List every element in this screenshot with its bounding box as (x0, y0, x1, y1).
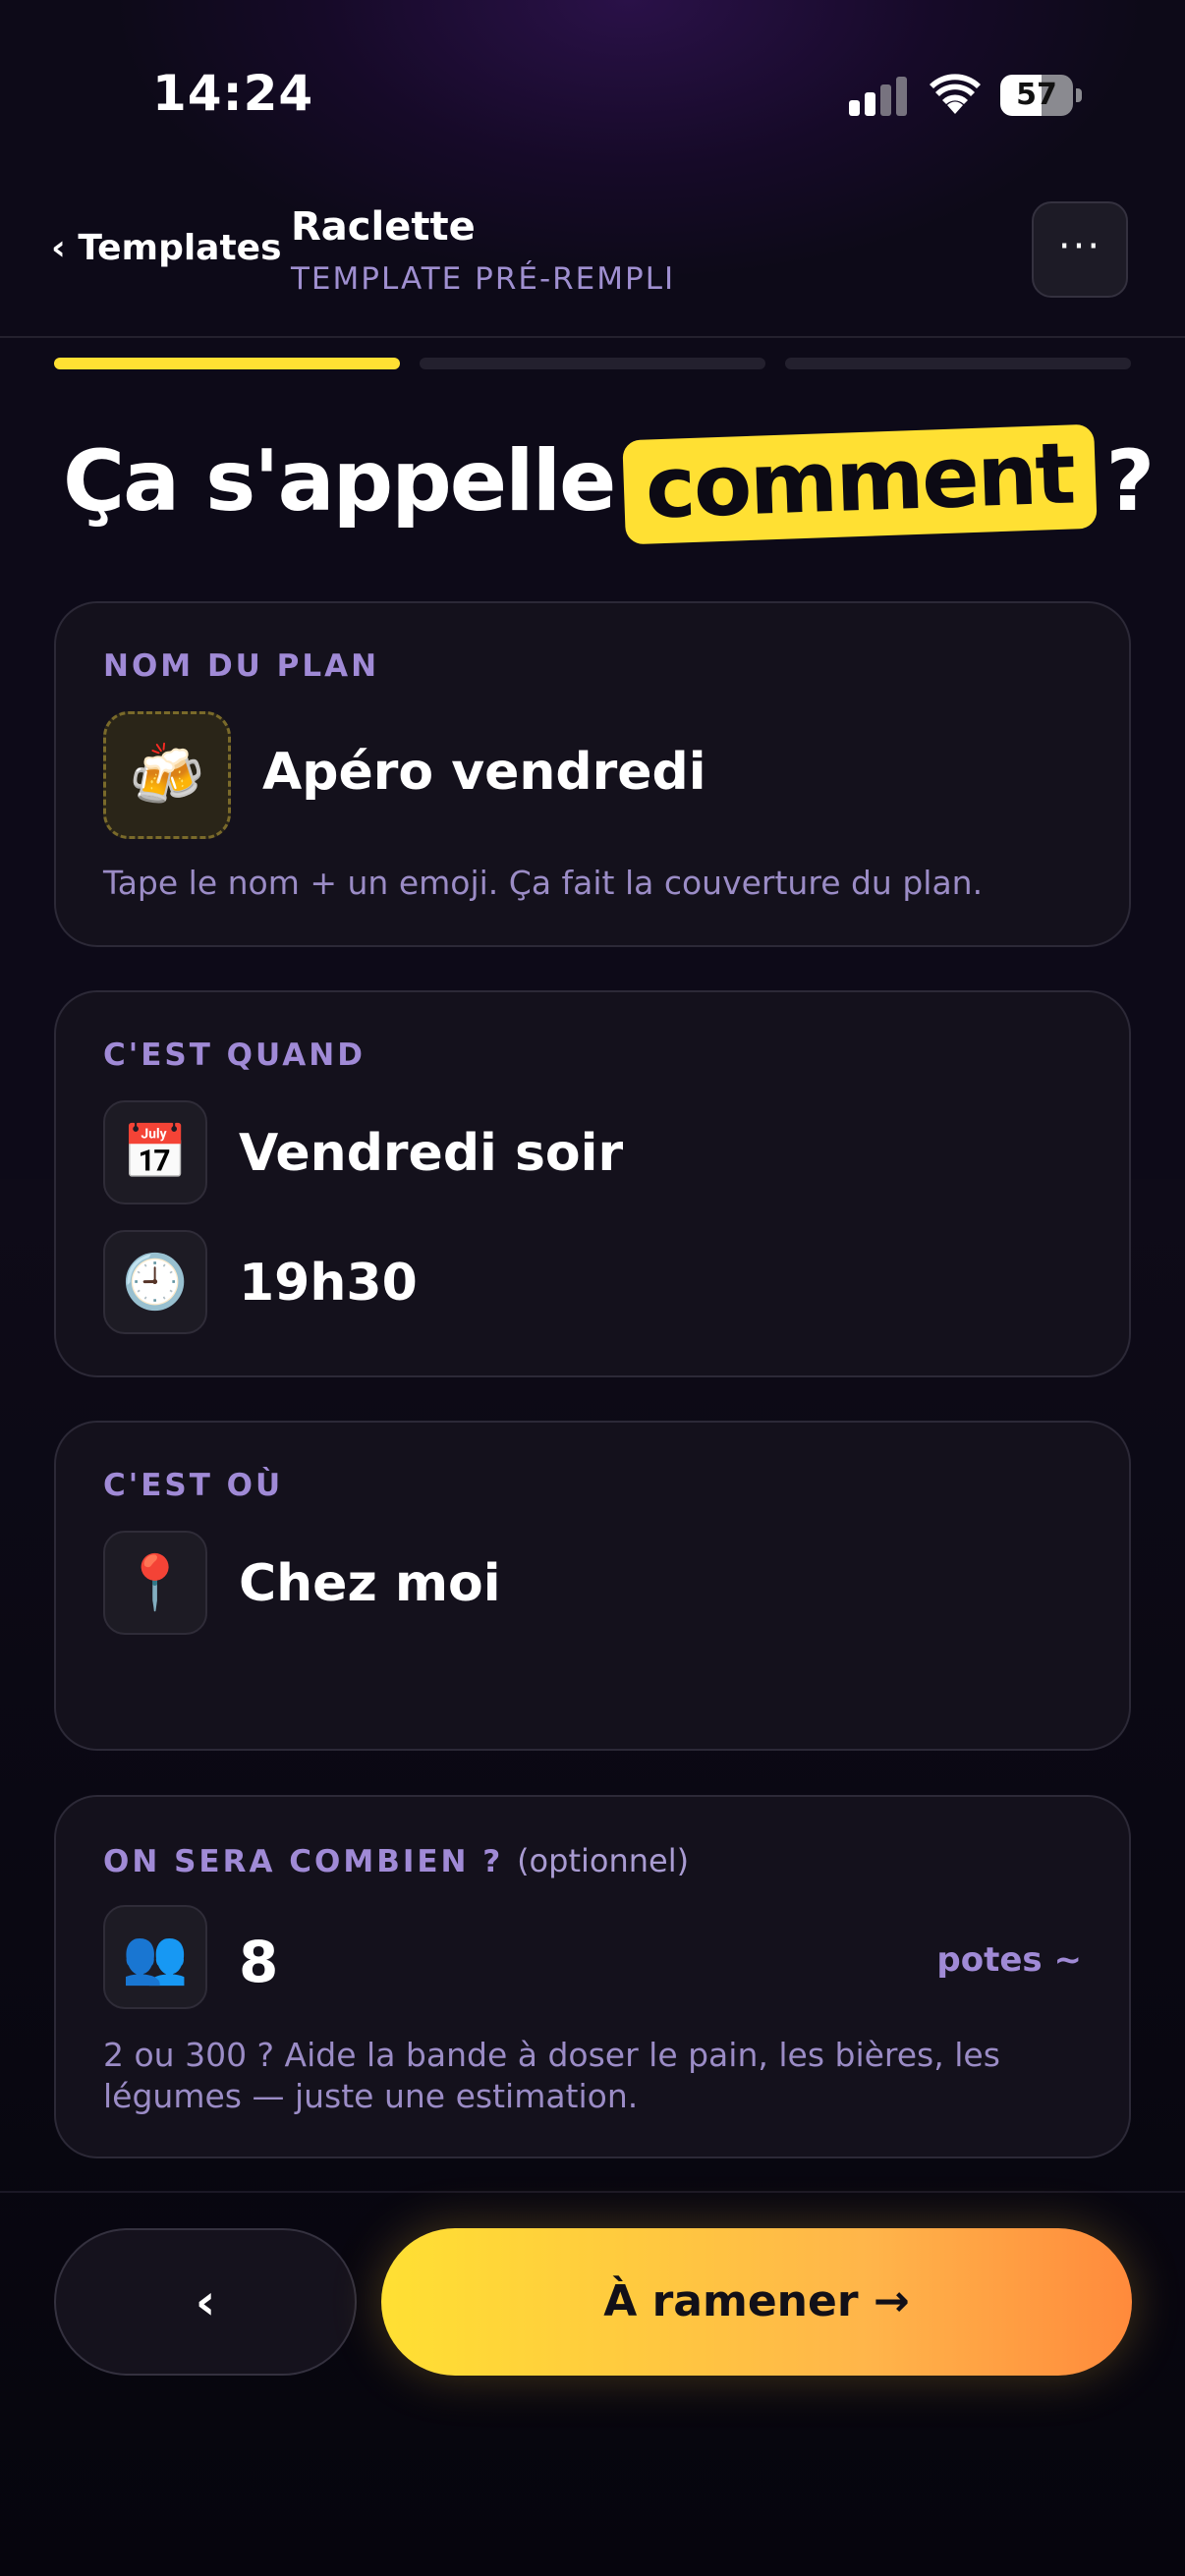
heading-highlight: comment (622, 423, 1099, 545)
heading-question-mark: ? (1105, 432, 1155, 531)
more-options-button[interactable]: ··· (1032, 201, 1128, 298)
page-title: Raclette (291, 204, 476, 250)
time-input[interactable]: 19h30 (239, 1254, 418, 1313)
step-heading: Ça s'appelle comment? (63, 423, 1155, 545)
next-step-button[interactable]: À ramener → (381, 2228, 1132, 2376)
more-icon: ··· (1057, 224, 1102, 269)
page-subtitle: TEMPLATE PRÉ-REMPLI (291, 261, 676, 297)
battery-percentage: 57 (1016, 78, 1057, 112)
plan-emoji-picker[interactable]: 🍻 (103, 711, 231, 839)
status-time: 14:24 (152, 65, 314, 122)
progress-step (420, 358, 765, 369)
location-pin-icon: 📍 (122, 1551, 189, 1613)
when-card: C'EST QUAND 📅 Vendredi soir 🕘 19h30 (54, 990, 1131, 1377)
date-input[interactable]: Vendredi soir (239, 1124, 623, 1183)
beer-mugs-icon: 🍻 (129, 739, 205, 811)
people-icon: 👥 (122, 1926, 189, 1988)
clock-icon: 🕘 (122, 1251, 189, 1313)
battery-icon: 57 (1000, 75, 1082, 116)
guest-count-label: ON SERA COMBIEN ? (optionnel) (103, 1842, 689, 1879)
plan-name-input[interactable]: Apéro vendredi (262, 743, 706, 802)
footer-divider (0, 2191, 1185, 2193)
optional-tag: (optionnel) (517, 1842, 690, 1879)
plan-name-help: Tape le nom + un emoji. Ça fait la couve… (103, 864, 984, 902)
people-icon-box: 👥 (103, 1905, 207, 2009)
pin-icon-box: 📍 (103, 1531, 207, 1635)
back-to-templates-link[interactable]: ‹ Templates (51, 228, 282, 268)
plan-name-card: NOM DU PLAN 🍻 Apéro vendredi Tape le nom… (54, 601, 1131, 947)
guest-count-card: ON SERA COMBIEN ? (optionnel) 👥 8 potes … (54, 1795, 1131, 2158)
plan-name-label: NOM DU PLAN (103, 648, 380, 684)
where-label: C'EST OÙ (103, 1468, 284, 1503)
progress-step (54, 358, 400, 369)
wifi-icon (930, 71, 981, 116)
location-input[interactable]: Chez moi (239, 1554, 501, 1613)
where-card: C'EST OÙ 📍 Chez moi (54, 1421, 1131, 1751)
clock-icon-box: 🕘 (103, 1230, 207, 1334)
progress-step (785, 358, 1131, 369)
header-divider (0, 336, 1185, 338)
chevron-left-icon: ‹ (195, 2273, 216, 2330)
cellular-signal-icon (849, 77, 908, 116)
guest-count-input[interactable]: 8 (239, 1929, 278, 1995)
guest-count-help: 2 ou 300 ? Aide la bande à doser le pain… (103, 2036, 1000, 2115)
calendar-icon-box: 📅 (103, 1100, 207, 1204)
guest-count-label-text: ON SERA COMBIEN ? (103, 1844, 504, 1879)
previous-step-button[interactable]: ‹ (54, 2228, 357, 2376)
when-label: C'EST QUAND (103, 1037, 366, 1073)
calendar-icon: 📅 (122, 1121, 189, 1183)
heading-text: Ça s'appelle (63, 432, 616, 531)
guest-unit-label: potes ~ (936, 1940, 1082, 1980)
